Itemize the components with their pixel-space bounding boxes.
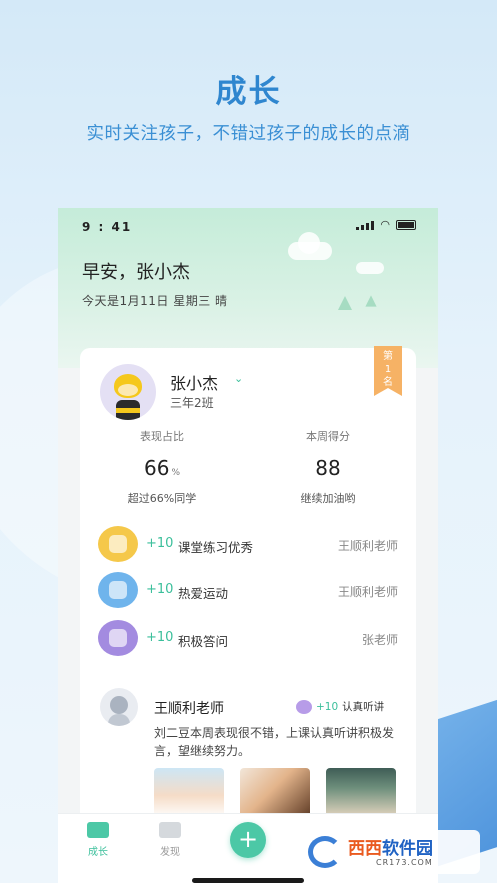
record-teacher: 王顺利老师 — [337, 585, 398, 599]
stat-weekly-score: 本周得分 88 继续加油哟 — [248, 428, 408, 506]
stat-note: 超过66%同学 — [127, 492, 197, 505]
stat-label: 表现占比 — [140, 430, 184, 443]
stat-value: 66% — [143, 456, 180, 480]
record-teacher: 张老师 — [361, 633, 398, 647]
photo-thumbnail[interactable] — [154, 768, 224, 818]
tree-icon — [365, 295, 377, 307]
signal-icon — [356, 220, 375, 230]
tab-label: 成长 — [88, 847, 108, 858]
record-teacher: 王顺利老师 — [337, 539, 398, 553]
watermark: 西西软件园 CR173.COM — [300, 830, 480, 874]
header-banner: 9 : 41 ◠ 早安，张小杰 今天是1月11日 星期三 晴 — [58, 208, 438, 368]
discover-icon — [159, 822, 181, 838]
status-time: 9 : 41 — [82, 220, 133, 234]
status-icons: ◠ — [356, 218, 416, 231]
list-item[interactable]: +10 热爱运动 王顺利老师 — [98, 572, 398, 610]
record-score: +10 — [146, 536, 174, 551]
photo-thumbnail[interactable] — [326, 768, 396, 818]
hand-raise-icon — [98, 620, 138, 656]
teacher-name[interactable]: 王顺利老师 — [154, 698, 224, 718]
photo-thumbnail[interactable] — [240, 768, 310, 818]
record-score: +10 — [146, 582, 174, 597]
tab-discover[interactable]: 发现 — [140, 822, 200, 858]
list-item[interactable]: +10 积极答问 张老师 — [98, 620, 398, 658]
sport-icon — [98, 572, 138, 608]
medal-icon — [98, 526, 138, 562]
child-name[interactable]: 张小杰 — [170, 370, 218, 394]
stat-note: 继续加油哟 — [300, 492, 356, 505]
add-button[interactable]: + — [230, 822, 266, 858]
cloud-icon — [288, 232, 332, 260]
teacher-avatar[interactable] — [100, 688, 138, 726]
cloud-icon — [356, 262, 384, 274]
tab-label: 发现 — [160, 847, 180, 858]
rank-badge: 第1名 — [374, 346, 402, 396]
comment-badge-text: 认真听讲 — [342, 701, 385, 713]
wifi-icon: ◠ — [380, 218, 390, 231]
crown-icon — [296, 699, 312, 714]
hero-subtitle: 实时关注孩子，不错过孩子的成长的点滴 — [86, 124, 411, 144]
child-class: 三年2班 — [170, 396, 214, 410]
comment-badge-score: +10 — [316, 700, 339, 713]
record-text: 热爱运动 — [178, 586, 229, 601]
comment-message: 刘二豆本周表现很不错，上课认真听讲积极发言，望继续努力。 — [154, 726, 395, 758]
avatar[interactable] — [100, 364, 156, 420]
hero-title: 成长 — [215, 74, 282, 110]
rank-badge-text: 第1名 — [383, 351, 393, 388]
chevron-down-icon[interactable]: ⌄ — [234, 372, 243, 385]
tab-growth[interactable]: 成长 — [68, 822, 128, 858]
battery-icon — [396, 220, 416, 230]
stat-performance: 表现占比 66% 超过66%同学 — [82, 428, 242, 506]
record-score: +10 — [146, 630, 174, 645]
home-indicator — [192, 878, 304, 883]
stat-label: 本周得分 — [306, 430, 350, 443]
stat-value: 88 — [315, 456, 341, 480]
date-weather: 今天是1月11日 星期三 晴 — [82, 294, 228, 308]
comment-badge: +10 认真听讲 — [296, 699, 384, 714]
watermark-logo-icon — [308, 836, 342, 868]
phone-screen: 9 : 41 ◠ 早安，张小杰 今天是1月11日 星期三 晴 张小杰 ⌄ 三年2… — [58, 208, 438, 883]
watermark-title: 西西软件园 — [348, 839, 433, 859]
record-text: 积极答问 — [178, 634, 229, 649]
tree-icon — [338, 296, 352, 310]
record-text: 课堂练习优秀 — [178, 540, 254, 555]
list-item[interactable]: +10 课堂练习优秀 王顺利老师 — [98, 526, 398, 564]
watermark-url: CR173.COM — [376, 858, 433, 867]
growth-card: 张小杰 ⌄ 三年2班 第1名 表现占比 66% 超过66%同学 本周得分 88 … — [80, 346, 416, 883]
graduation-cap-icon — [87, 822, 109, 838]
greeting: 早安，张小杰 — [82, 262, 190, 283]
